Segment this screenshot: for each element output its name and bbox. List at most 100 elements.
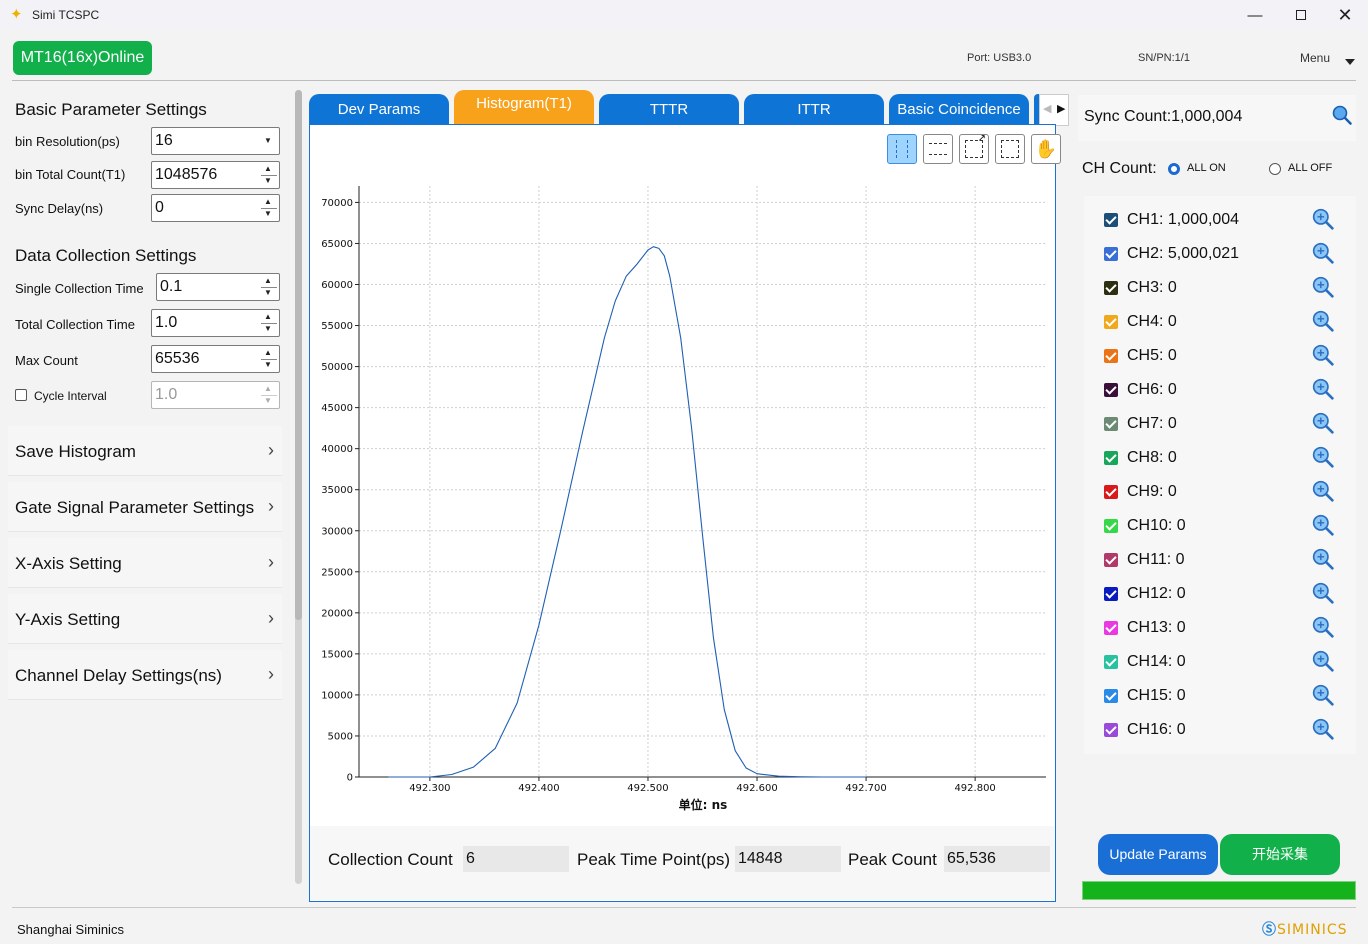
all-on-label: ALL ON <box>1187 162 1226 174</box>
channel-checkbox[interactable] <box>1104 519 1118 533</box>
channel-checkbox[interactable] <box>1104 383 1118 397</box>
channel-checkbox[interactable] <box>1104 315 1118 329</box>
spin-up-icon[interactable]: ▲ <box>264 197 272 207</box>
menu-button[interactable]: Menu <box>1300 51 1330 65</box>
channel-checkbox[interactable] <box>1104 587 1118 601</box>
spin-down-icon[interactable]: ▼ <box>264 209 272 219</box>
x-tick-label: 492.300 <box>409 783 450 794</box>
histogram-chart[interactable]: 0 5000 10000 15000 20000 25000 30000 35000 40000… <box>310 176 1055 821</box>
channel-checkbox[interactable] <box>1104 349 1118 363</box>
y-axis-section[interactable]: Y-Axis Setting › <box>8 594 282 644</box>
channel-checkbox[interactable] <box>1104 689 1118 703</box>
logo-text: SIMINICS <box>1277 922 1348 938</box>
gate-signal-section[interactable]: Gate Signal Parameter Settings › <box>8 482 282 532</box>
channel-row: CH5: 0 <box>1104 344 1344 368</box>
spin-down-icon[interactable]: ▼ <box>264 288 272 298</box>
horizontal-select-icon[interactable] <box>923 134 953 164</box>
channel-checkbox[interactable] <box>1104 247 1118 261</box>
zoom-channel-icon[interactable] <box>1312 582 1334 604</box>
channel-checkbox[interactable] <box>1104 553 1118 567</box>
chart-grid <box>359 186 1046 778</box>
update-params-button[interactable]: Update Params <box>1098 834 1218 875</box>
maximize-icon[interactable] <box>1278 0 1324 30</box>
save-histogram-section[interactable]: Save Histogram › <box>8 426 282 476</box>
left-scrollbar-thumb[interactable] <box>295 90 302 620</box>
tab-histogram[interactable]: Histogram(T1) <box>454 90 594 126</box>
save-histogram-label: Save Histogram <box>15 442 136 461</box>
channel-checkbox[interactable] <box>1104 213 1118 227</box>
zoom-channel-icon[interactable] <box>1312 310 1334 332</box>
tab-tttr[interactable]: TTTR <box>599 94 739 126</box>
zoom-channel-icon[interactable] <box>1312 684 1334 706</box>
zoom-channel-icon[interactable] <box>1312 412 1334 434</box>
y-tick-label: 70000 <box>321 198 353 209</box>
tab-dev-params[interactable]: Dev Params <box>309 94 449 126</box>
bin-total-spinbox[interactable]: 1048576 ▲ ▼ <box>151 161 280 189</box>
zoom-channel-icon[interactable] <box>1312 650 1334 672</box>
single-collection-label: Single Collection Time <box>15 281 144 296</box>
channel-checkbox[interactable] <box>1104 723 1118 737</box>
spin-up-icon[interactable]: ▲ <box>264 384 272 394</box>
vertical-select-icon[interactable] <box>887 134 917 164</box>
single-collection-spinbox[interactable]: 0.1 ▲ ▼ <box>156 273 280 301</box>
tab-scroll-buttons[interactable]: ◀ ▶ <box>1039 94 1069 126</box>
zoom-channel-icon[interactable] <box>1312 548 1334 570</box>
collection-count-field: 6 <box>463 846 569 872</box>
zoom-channel-icon[interactable] <box>1312 480 1334 502</box>
zoom-rect-icon[interactable]: ↗ <box>959 133 989 164</box>
channel-checkbox[interactable] <box>1104 621 1118 635</box>
close-icon[interactable]: ✕ <box>1322 0 1368 30</box>
chevron-down-icon[interactable] <box>1345 59 1355 65</box>
channel-checkbox[interactable] <box>1104 451 1118 465</box>
channel-checkbox[interactable] <box>1104 485 1118 499</box>
tab-basic-coincidence[interactable]: Basic Coincidence <box>889 94 1029 126</box>
channel-count-label: CH16: 0 <box>1127 721 1186 738</box>
x-axis-section[interactable]: X-Axis Setting › <box>8 538 282 588</box>
zoom-channel-icon[interactable] <box>1312 718 1334 740</box>
channel-checkbox[interactable] <box>1104 655 1118 669</box>
minimize-icon[interactable]: — <box>1232 0 1278 30</box>
channel-count-label: CH8: 0 <box>1127 449 1177 466</box>
spin-up-icon[interactable]: ▲ <box>264 164 272 174</box>
zoom-channel-icon[interactable] <box>1312 344 1334 366</box>
tab-ittr[interactable]: ITTR <box>744 94 884 126</box>
zoom-channel-icon[interactable] <box>1312 276 1334 298</box>
sync-delay-spinbox[interactable]: 0 ▲ ▼ <box>151 194 280 222</box>
spin-up-icon[interactable]: ▲ <box>264 312 272 322</box>
channel-checkbox[interactable] <box>1104 417 1118 431</box>
start-collection-button[interactable]: 开始采集 <box>1220 834 1340 875</box>
data-collection-title: Data Collection Settings <box>15 246 197 265</box>
company-name: Shanghai Siminics <box>17 922 124 937</box>
spin-down-icon[interactable]: ▼ <box>264 176 272 186</box>
spin-down-icon[interactable]: ▼ <box>264 324 272 334</box>
zoom-channel-icon[interactable] <box>1312 514 1334 536</box>
cycle-interval-checkbox[interactable] <box>15 389 27 401</box>
zoom-channel-icon[interactable] <box>1312 446 1334 468</box>
total-collection-spinbox[interactable]: 1.0 ▲ ▼ <box>151 309 280 337</box>
zoom-channel-icon[interactable] <box>1312 616 1334 638</box>
max-count-spinbox[interactable]: 65536 ▲ ▼ <box>151 345 280 373</box>
channel-checkbox[interactable] <box>1104 281 1118 295</box>
spin-up-icon[interactable]: ▲ <box>264 276 272 286</box>
all-off-label: ALL OFF <box>1288 162 1333 174</box>
bin-resolution-select[interactable]: 16 ▼ <box>151 127 280 155</box>
all-off-radio[interactable] <box>1269 163 1281 175</box>
all-on-radio[interactable] <box>1168 163 1180 175</box>
channel-count-label: CH1: 1,000,004 <box>1127 211 1240 228</box>
zoom-channel-icon[interactable] <box>1312 378 1334 400</box>
zoom-channel-icon[interactable] <box>1312 208 1334 230</box>
device-status-button[interactable]: MT16(16x)Online <box>13 41 152 75</box>
chevron-right-icon[interactable]: ▶ <box>1057 102 1065 115</box>
channel-count-label: CH2: 5,000,021 <box>1127 245 1240 262</box>
zoom-sync-icon[interactable] <box>1332 105 1352 125</box>
pan-hand-icon[interactable]: ✋ <box>1031 134 1061 164</box>
rect-select-icon[interactable] <box>995 134 1025 164</box>
chevron-left-icon[interactable]: ◀ <box>1043 102 1051 115</box>
zoom-channel-icon[interactable] <box>1312 242 1334 264</box>
channel-delay-section[interactable]: Channel Delay Settings(ns) › <box>8 650 282 700</box>
x-tick-label: 492.700 <box>845 783 886 794</box>
cycle-interval-spinbox[interactable]: 1.0 ▲ ▼ <box>151 381 280 409</box>
spin-down-icon[interactable]: ▼ <box>264 396 272 406</box>
spin-down-icon[interactable]: ▼ <box>264 360 272 370</box>
spin-up-icon[interactable]: ▲ <box>264 348 272 358</box>
